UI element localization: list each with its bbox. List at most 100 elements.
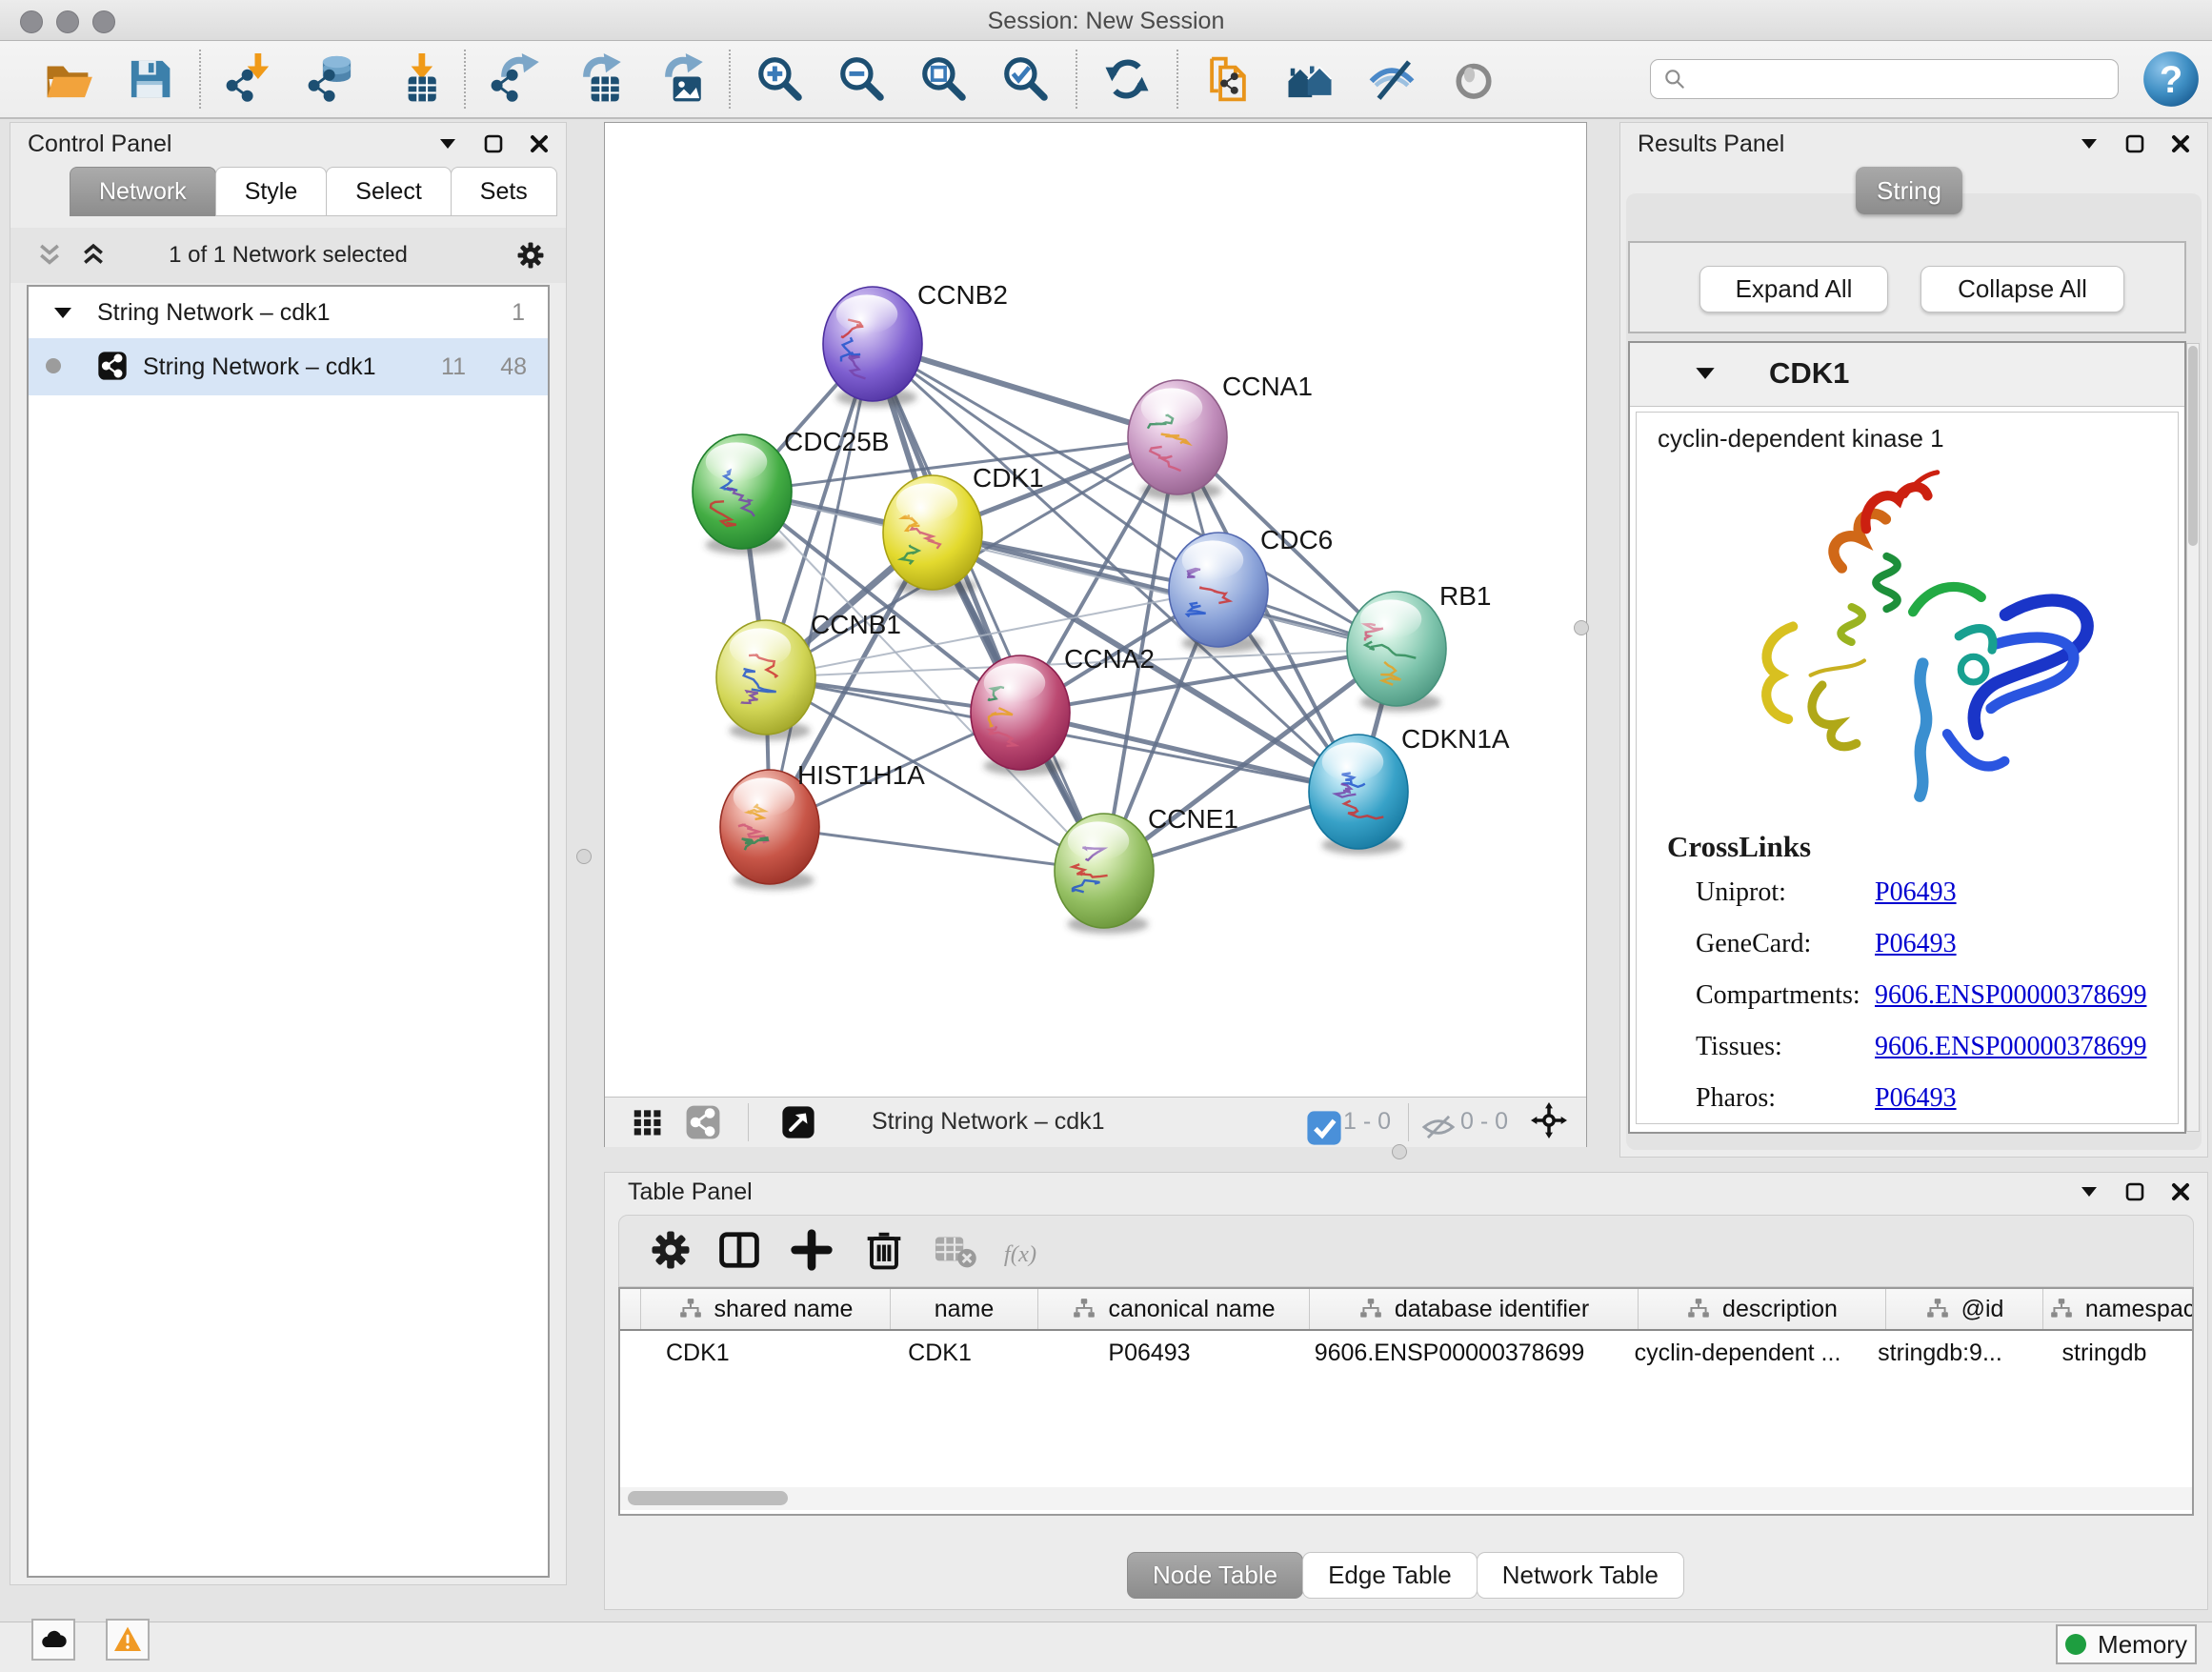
show-columns-icon[interactable]	[714, 1225, 764, 1279]
panel-menu-icon[interactable]	[2078, 132, 2101, 155]
network-row-selected[interactable]: String Network – cdk1 11 48	[29, 338, 548, 395]
float-panel-icon[interactable]	[2123, 1180, 2146, 1203]
table-options-gear-icon[interactable]	[646, 1225, 695, 1279]
crosslink-label: GeneCard:	[1696, 929, 1811, 959]
birdseye-view-icon[interactable]	[630, 1104, 666, 1145]
fit-content-crosshair-icon[interactable]	[1531, 1102, 1567, 1143]
show-all-button[interactable]	[1433, 48, 1515, 111]
cell-namespace[interactable]: stringdb	[2019, 1340, 2190, 1367]
panel-menu-icon[interactable]	[436, 132, 459, 155]
tab-network[interactable]: Network	[70, 167, 216, 216]
delete-column-icon[interactable]	[859, 1225, 909, 1279]
tab-select[interactable]: Select	[326, 167, 451, 216]
protein-section-header[interactable]: CDK1	[1630, 343, 2184, 407]
warnings-button[interactable]	[106, 1619, 150, 1661]
help-button[interactable]: ?	[2140, 48, 2202, 111]
network-collection-row[interactable]: String Network – cdk1 1	[29, 287, 548, 338]
node-CCNB2[interactable]: CCNB2	[823, 280, 1008, 407]
cell-@id[interactable]: stringdb:9...	[1861, 1340, 2019, 1367]
import-network-button[interactable]	[210, 48, 292, 111]
import-database-button[interactable]	[292, 48, 373, 111]
import-table-button[interactable]	[373, 48, 455, 111]
panel-menu-icon[interactable]	[2078, 1180, 2101, 1203]
column-header-name[interactable]: name	[891, 1289, 1038, 1329]
zoom-selected-button[interactable]	[985, 48, 1067, 111]
network-canvas[interactable]: CCNB2CCNA1CDC25BCDK1CDC6RB1CCNB1CCNA2CDK…	[605, 123, 1586, 1097]
tab-style[interactable]: Style	[215, 167, 328, 216]
edge-HIST1H1A-CCNE1[interactable]	[770, 827, 1104, 871]
zoom-fit-button[interactable]	[903, 48, 985, 111]
selected-checkbox-icon[interactable]	[1306, 1110, 1342, 1151]
node-RB1[interactable]: RB1	[1347, 581, 1491, 712]
table-hscrollbar[interactable]	[620, 1487, 2192, 1510]
close-panel-icon[interactable]	[528, 132, 551, 155]
tab-string[interactable]: String	[1856, 167, 1962, 214]
crosslink-link[interactable]: 9606.ENSP00000378699	[1875, 1032, 2146, 1062]
node-CCNB1[interactable]: CCNB1	[716, 610, 901, 740]
node-CDC25B[interactable]: CDC25B	[693, 427, 889, 554]
column-header-database identifier[interactable]: database identifier	[1310, 1289, 1639, 1329]
export-network-button[interactable]	[474, 48, 556, 111]
crosslink-link[interactable]: P06493	[1875, 929, 1957, 959]
results-scrollbar[interactable]	[2186, 343, 2200, 1132]
table-row[interactable]: CDK1CDK1P064939606.ENSP00000378699cyclin…	[620, 1331, 2192, 1375]
tab-edge-table[interactable]: Edge Table	[1302, 1552, 1478, 1599]
create-column-icon[interactable]	[787, 1225, 836, 1279]
save-session-button[interactable]	[109, 48, 191, 111]
crosslink-link[interactable]: P06493	[1875, 877, 1957, 908]
zoom-out-button[interactable]	[821, 48, 903, 111]
cell-description[interactable]: cyclin-dependent ...	[1614, 1340, 1861, 1367]
edge-CCNB2-CCNE1[interactable]	[873, 344, 1104, 871]
share-document-button[interactable]	[1187, 48, 1269, 111]
network-options-gear-icon[interactable]	[514, 239, 547, 272]
column-header-@id[interactable]: @id	[1886, 1289, 2043, 1329]
tab-sets[interactable]: Sets	[451, 167, 557, 216]
crosslink-link[interactable]: 9606.ENSP00000378699	[1875, 980, 2146, 1011]
column-header-gutter[interactable]	[620, 1289, 641, 1329]
column-header-namespace[interactable]: namespace	[2043, 1289, 2194, 1329]
crosslink-link[interactable]: P06493	[1875, 1083, 1957, 1114]
float-panel-icon[interactable]	[482, 132, 505, 155]
node-CCNE1[interactable]: CCNE1	[1055, 804, 1238, 934]
expand-all-button[interactable]: Expand All	[1699, 266, 1888, 312]
export-table-button[interactable]	[556, 48, 638, 111]
column-header-description[interactable]: description	[1639, 1289, 1886, 1329]
results-scrollbar-thumb[interactable]	[2188, 346, 2198, 546]
node-CDKN1A[interactable]: CDKN1A	[1309, 724, 1510, 855]
cell-name[interactable]: CDK1	[866, 1340, 1014, 1367]
vertical-splitter-handle[interactable]	[1574, 620, 1589, 635]
edge-CCNA2-CDKN1A[interactable]	[1020, 713, 1358, 792]
cell-shared name[interactable]: CDK1	[641, 1340, 866, 1367]
column-header-canonical name[interactable]: canonical name	[1038, 1289, 1310, 1329]
float-panel-icon[interactable]	[2123, 132, 2146, 155]
refresh-network-button[interactable]	[1086, 48, 1168, 111]
detach-view-icon[interactable]	[780, 1104, 816, 1145]
node-table[interactable]: shared namename canonical name database …	[618, 1287, 2194, 1516]
horizontal-splitter-handle[interactable]	[1392, 1144, 1407, 1159]
close-panel-icon[interactable]	[2169, 132, 2192, 155]
table-hscrollbar-thumb[interactable]	[628, 1491, 788, 1505]
tree-expand-icon[interactable]	[53, 306, 72, 319]
node-label-CDC25B: CDC25B	[784, 427, 889, 456]
string-home-button[interactable]	[1269, 48, 1351, 111]
cell-canonical name[interactable]: P06493	[1014, 1340, 1285, 1367]
close-panel-icon[interactable]	[2169, 1180, 2192, 1203]
node-HIST1H1A[interactable]: HIST1H1A	[720, 760, 925, 890]
hidden-eye-icon[interactable]	[1420, 1109, 1457, 1150]
search-input[interactable]	[1650, 59, 2119, 99]
cloud-status-button[interactable]	[31, 1619, 75, 1661]
collapse-all-button[interactable]: Collapse All	[1920, 266, 2124, 312]
column-header-shared name[interactable]: shared name	[641, 1289, 891, 1329]
cell-database identifier[interactable]: 9606.ENSP00000378699	[1285, 1340, 1614, 1367]
tab-node-table[interactable]: Node Table	[1127, 1552, 1303, 1599]
section-collapse-icon[interactable]	[1695, 366, 1716, 380]
network-overview-icon[interactable]	[685, 1104, 721, 1145]
tab-network-table[interactable]: Network Table	[1477, 1552, 1684, 1599]
hide-selected-button[interactable]	[1351, 48, 1433, 111]
vertical-splitter-handle[interactable]	[576, 849, 592, 864]
zoom-in-button[interactable]	[739, 48, 821, 111]
node-CDC6[interactable]: CDC6	[1169, 525, 1333, 653]
memory-button[interactable]: Memory	[2056, 1624, 2197, 1664]
export-image-button[interactable]	[638, 48, 720, 111]
open-session-button[interactable]	[27, 48, 109, 111]
